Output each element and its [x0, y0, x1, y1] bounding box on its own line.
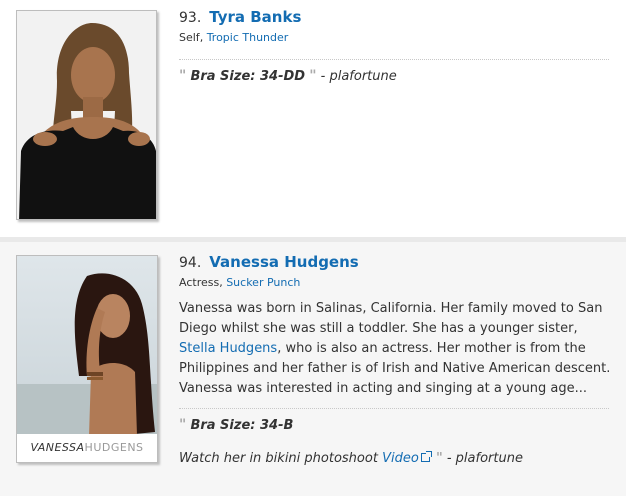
- actor-photo-vanessa-hudgens[interactable]: VANESSAHUDGENS: [16, 255, 158, 463]
- watch-text: Watch her in bikini photoshoot: [179, 451, 378, 466]
- watch-video-line: Watch her in bikini photoshoot Video " -…: [179, 451, 612, 466]
- quote-text: Bra Size: 34-B: [190, 418, 294, 433]
- dotted-divider: [179, 59, 609, 60]
- watch-attribution: - plafortune: [446, 451, 523, 466]
- entry-content: 93. Tyra Banks Self, Tropic Thunder " Br…: [179, 8, 612, 84]
- photo-caption: VANESSAHUDGENS: [17, 434, 157, 462]
- role-label: Actress: [179, 276, 220, 289]
- list-entry-tyra-banks: 93. Tyra Banks Self, Tropic Thunder " Br…: [0, 0, 626, 237]
- video-link[interactable]: Video: [382, 451, 419, 466]
- roles-line: Actress, Sucker Punch: [179, 276, 612, 292]
- caption-main: VANESSA: [30, 441, 85, 454]
- tyra-banks-portrait: [17, 11, 156, 219]
- role-label: Self: [179, 31, 200, 44]
- sibling-link[interactable]: Stella Hudgens: [179, 341, 277, 356]
- bra-size-quote: " Bra Size: 34-DD " - plafortune: [179, 68, 612, 84]
- list-entry-vanessa-hudgens: VANESSAHUDGENS 94. Vanessa Hudgens Actre…: [0, 242, 626, 496]
- open-quote-mark: ": [179, 417, 187, 433]
- film-link[interactable]: Tropic Thunder: [207, 31, 289, 44]
- quote-text: Bra Size: 34-DD: [190, 69, 306, 84]
- bra-size-quote: " Bra Size: 34-B: [179, 417, 612, 433]
- role-separator: ,: [199, 31, 207, 44]
- entry-headline: 93. Tyra Banks: [179, 8, 612, 30]
- bio-part-1: Vanessa was born in Salinas, California.…: [179, 301, 603, 336]
- caption-sub: HUDGENS: [84, 441, 144, 454]
- entry-headline: 94. Vanessa Hudgens: [179, 253, 612, 275]
- roles-line: Self, Tropic Thunder: [179, 31, 612, 47]
- biography-text: Vanessa was born in Salinas, California.…: [179, 299, 614, 399]
- rank-number: 93.: [179, 10, 202, 26]
- external-link-icon[interactable]: [420, 451, 432, 462]
- actor-name-link[interactable]: Vanessa Hudgens: [209, 253, 358, 271]
- quote-attribution: - plafortune: [320, 69, 397, 84]
- close-quote-mark: ": [309, 68, 317, 84]
- entry-content: 94. Vanessa Hudgens Actress, Sucker Punc…: [179, 253, 612, 466]
- rank-number: 94.: [179, 255, 202, 271]
- film-link[interactable]: Sucker Punch: [226, 276, 300, 289]
- actor-photo-tyra-banks[interactable]: [16, 10, 157, 220]
- open-quote-mark: ": [179, 68, 187, 84]
- vanessa-hudgens-portrait: [17, 256, 157, 436]
- close-quote-mark: ": [435, 451, 443, 466]
- dotted-divider: [179, 408, 609, 409]
- actor-name-link[interactable]: Tyra Banks: [209, 8, 301, 26]
